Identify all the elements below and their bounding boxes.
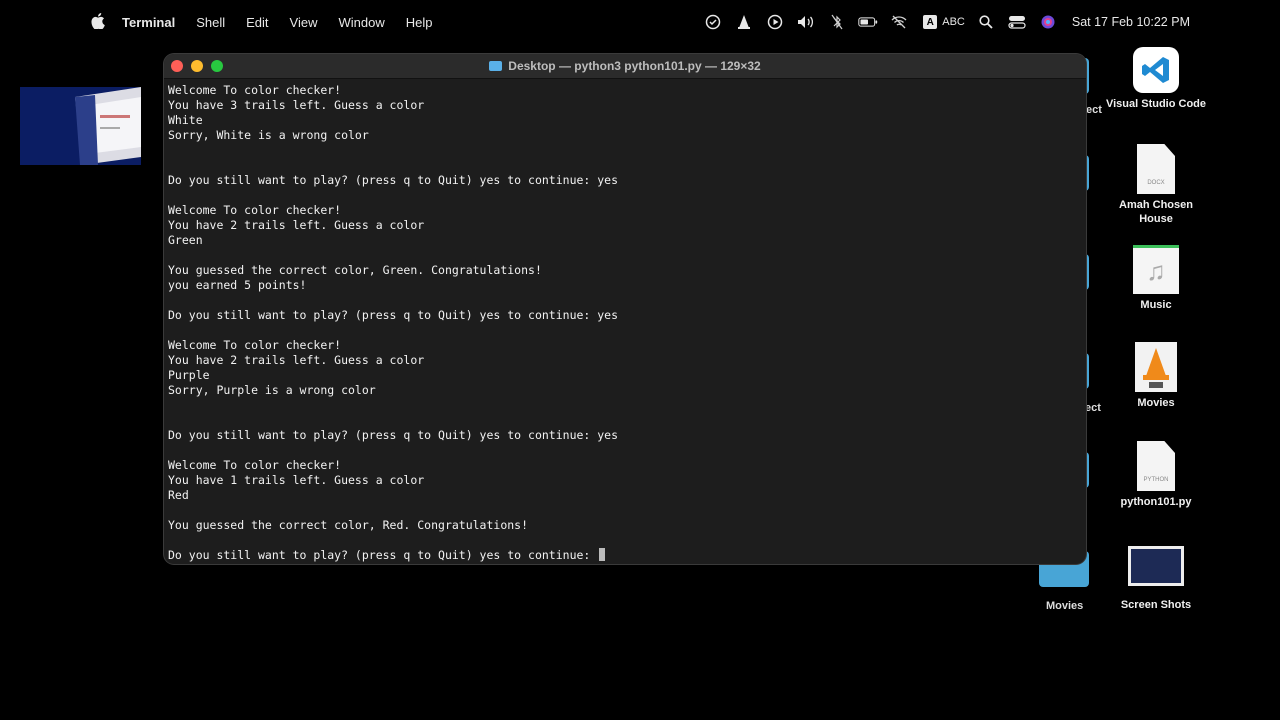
music-icon: ♫	[1133, 245, 1179, 294]
terminal-line: You have 3 trails left. Guess a color	[168, 98, 425, 112]
terminal-line: Do you still want to play? (press q to Q…	[168, 428, 619, 442]
status-area: A ABC Sat 17 Feb 10:22 PM	[692, 0, 1190, 44]
docx-icon: DOCX	[1137, 144, 1175, 194]
desktop-icon-label: Amah Chosen House	[1119, 199, 1193, 225]
menu-shell[interactable]: Shell	[196, 15, 225, 30]
terminal-line: You have 2 trails left. Guess a color	[168, 218, 425, 232]
terminal-line: Do you still want to play? (press q to Q…	[168, 173, 619, 187]
clock[interactable]: Sat 17 Feb 10:22 PM	[1072, 15, 1190, 29]
terminal-line: You have 1 trails left. Guess a color	[168, 473, 425, 487]
desktop-icon-label: Movies	[1137, 397, 1175, 409]
apple-icon[interactable]	[91, 13, 105, 29]
menu-app-name[interactable]: Terminal	[122, 15, 175, 30]
wifi-off-icon[interactable]	[889, 14, 909, 30]
terminal-line: Do you still want to play? (press q to Q…	[168, 308, 619, 322]
background-label: ect	[1086, 104, 1102, 116]
minimize-button[interactable]	[191, 60, 203, 72]
desktop-icon-label: Visual Studio Code	[1105, 98, 1207, 110]
background-label: Movies	[1046, 600, 1084, 612]
terminal-line: Welcome To color checker!	[168, 338, 342, 352]
desktop-icon-screenshots[interactable]: Screen Shots	[1101, 546, 1211, 612]
terminal-line: Welcome To color checker!	[168, 83, 342, 97]
zoom-button[interactable]	[211, 60, 223, 72]
terminal-line: Welcome To color checker!	[168, 458, 342, 472]
terminal-line: Sorry, Purple is a wrong color	[168, 383, 376, 397]
terminal-line: Welcome To color checker!	[168, 203, 342, 217]
terminal-output[interactable]: Welcome To color checker! You have 3 trai…	[168, 83, 618, 563]
terminal-line: Green	[168, 233, 203, 247]
desktop-icon-python[interactable]: PYTHON python101.py	[1101, 441, 1211, 509]
folder-icon	[489, 61, 503, 71]
menu-window[interactable]: Window	[339, 15, 385, 30]
desktop-icon-music[interactable]: ♫ Music	[1101, 245, 1211, 312]
desktop-icon-movies[interactable]: Movies	[1101, 342, 1211, 410]
window-title: Desktop — python3 python101.py — 129×32	[508, 59, 761, 73]
search-icon[interactable]	[976, 14, 996, 30]
volume-icon[interactable]	[796, 14, 816, 30]
desktop-icon-vscode[interactable]: Visual Studio Code	[1101, 47, 1211, 111]
menu-bar: Terminal Shell Edit View Window Help A A…	[0, 0, 1280, 44]
bluetooth-off-icon[interactable]	[827, 14, 847, 30]
mkv-icon	[1135, 342, 1177, 392]
terminal-window[interactable]: Desktop — python3 python101.py — 129×32 …	[164, 54, 1086, 564]
terminal-line: you earned 5 points!	[168, 278, 307, 292]
vscode-icon	[1133, 47, 1179, 93]
sync-icon[interactable]	[703, 14, 723, 30]
desktop-icon-label: python101.py	[1120, 496, 1192, 508]
menu-help[interactable]: Help	[406, 15, 433, 30]
terminal-line: Purple	[168, 368, 210, 382]
input-source[interactable]: A ABC	[923, 15, 965, 29]
play-icon[interactable]	[765, 14, 785, 30]
desktop-icon-label: Music	[1140, 299, 1172, 311]
desktop-icon-label: Screen Shots	[1120, 599, 1192, 611]
text-cursor	[599, 548, 606, 561]
screenshot-thumbnail[interactable]	[20, 87, 141, 165]
input-source-icon: A	[923, 15, 938, 29]
desktop-icon-docx[interactable]: DOCX Amah Chosen House	[1101, 144, 1211, 226]
terminal-prompt[interactable]: Do you still want to play? (press q to Q…	[168, 548, 618, 563]
terminal-line: You guessed the correct color, Red. Cong…	[168, 518, 529, 532]
terminal-line: You have 2 trails left. Guess a color	[168, 353, 425, 367]
input-source-label: ABC	[942, 16, 965, 28]
battery-icon[interactable]	[858, 14, 878, 30]
menu-edit[interactable]: Edit	[246, 15, 268, 30]
terminal-line: You guessed the correct color, Green. Co…	[168, 263, 542, 277]
menu-view[interactable]: View	[290, 15, 318, 30]
terminal-line: Red	[168, 488, 189, 502]
terminal-line: White	[168, 113, 203, 127]
close-button[interactable]	[171, 60, 183, 72]
vlc-icon[interactable]	[734, 14, 754, 30]
window-titlebar[interactable]: Desktop — python3 python101.py — 129×32	[164, 54, 1086, 79]
window-controls	[171, 60, 223, 72]
screenshots-icon	[1128, 546, 1184, 586]
prompt-text: Do you still want to play? (press q to Q…	[168, 548, 598, 562]
terminal-line: Sorry, White is a wrong color	[168, 128, 369, 142]
python-file-icon: PYTHON	[1137, 441, 1175, 491]
control-center-icon[interactable]	[1007, 14, 1027, 30]
siri-icon[interactable]	[1038, 14, 1058, 30]
